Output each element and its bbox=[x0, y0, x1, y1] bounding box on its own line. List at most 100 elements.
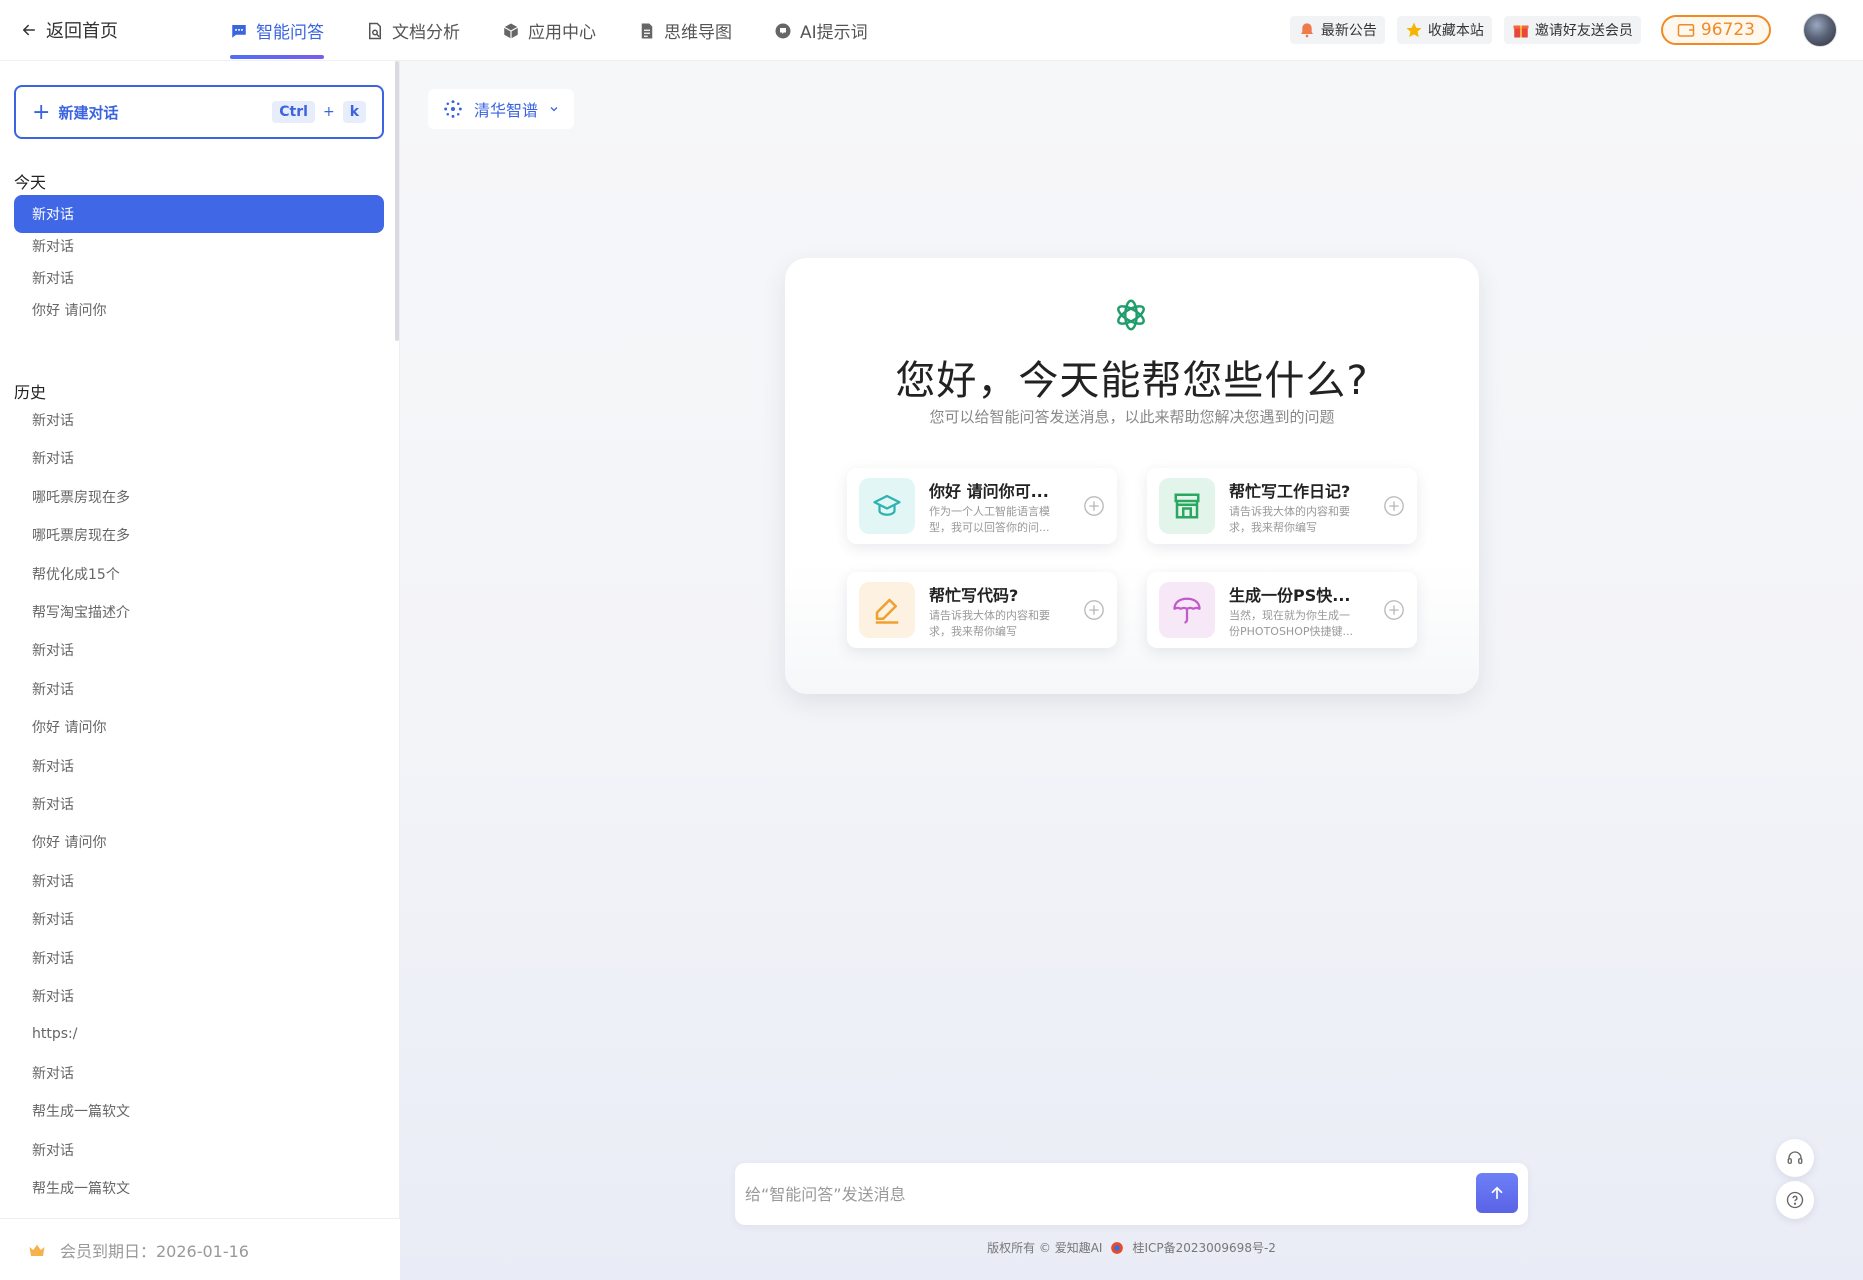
plus-icon: + bbox=[32, 99, 51, 125]
chip-label: 邀请好友送会员 bbox=[1534, 23, 1633, 39]
membership-footer: 会员到期日：2026-01-16 bbox=[0, 1218, 400, 1280]
greeting-title: 您好，今天能帮您些什么? bbox=[895, 358, 1369, 404]
suggestion-desc: 当然，现在就为你生成一份PHOTOSHOP快捷键... bbox=[1229, 609, 1353, 638]
suggestion-desc: 请告诉我大体的内容和要求，我来帮你编写 bbox=[929, 609, 1050, 638]
model-selector[interactable]: 清华智谱 bbox=[428, 89, 575, 129]
shortcut-plus: + bbox=[322, 104, 335, 120]
shortcut-key: k bbox=[342, 101, 366, 123]
graduation-cap-icon bbox=[859, 478, 915, 534]
sidebar: + 新建对话 Ctrl + k 今天 新对话 新对话 新对话 你好 请问你 历史… bbox=[0, 61, 400, 1280]
page-footer: 版权所有 © 爱知趣AI 桂ICP备2023009698号-2 bbox=[735, 1239, 1528, 1256]
announcement-chip[interactable]: 最新公告 bbox=[1289, 16, 1385, 44]
chip-label: 最新公告 bbox=[1320, 23, 1377, 39]
message-input[interactable] bbox=[745, 1177, 1445, 1211]
conversation-item[interactable]: 帮写淘宝描述介 bbox=[14, 593, 384, 631]
question-circle-icon bbox=[1786, 1191, 1804, 1209]
suggestion-title: 生成一份PS快... bbox=[1229, 586, 1351, 605]
new-chat-button[interactable]: + 新建对话 Ctrl + k bbox=[14, 85, 384, 139]
chevron-down-icon bbox=[550, 107, 558, 112]
welcome-card: 您好，今天能帮您些什么? 您可以给智能问答发送消息，以此来帮助您解决您遇到的问题… bbox=[785, 258, 1479, 694]
top-bar: 返回首页 智能问答 文档分析 应用中心 思维导图 AI提示词 最新公告 收藏本站… bbox=[0, 0, 1863, 61]
sidebar-scrollbar[interactable] bbox=[395, 61, 399, 341]
crown-icon bbox=[29, 1244, 45, 1256]
suggestion-card[interactable]: 生成一份PS快... 当然，现在就为你生成一份PHOTOSHOP快捷键... bbox=[1147, 572, 1417, 648]
help-button[interactable] bbox=[1776, 1181, 1814, 1219]
icp-link[interactable]: 桂ICP备2023009698号-2 bbox=[1132, 1239, 1275, 1256]
conversation-item[interactable]: 帮生成一篇软文 bbox=[14, 1092, 384, 1130]
add-circle-icon bbox=[1084, 496, 1104, 516]
gift-icon bbox=[1512, 21, 1530, 39]
suggestion-title: 帮忙写代码? bbox=[929, 586, 1019, 605]
model-name: 清华智谱 bbox=[474, 101, 539, 120]
suggestion-title: 帮忙写工作日记? bbox=[1229, 482, 1351, 501]
conversation-item[interactable]: 新对话 bbox=[14, 939, 384, 977]
conversation-item[interactable]: 你好 请问你 bbox=[14, 823, 384, 861]
invite-chip[interactable]: 邀请好友送会员 bbox=[1503, 16, 1641, 44]
tab-label: 应用中心 bbox=[528, 23, 596, 43]
conversation-item[interactable]: 你好 请问你 bbox=[14, 291, 384, 329]
conversation-item[interactable]: 帮优化成15个 bbox=[14, 555, 384, 593]
send-button[interactable] bbox=[1476, 1173, 1518, 1213]
back-home-label: 返回首页 bbox=[46, 21, 118, 42]
announcement-icon bbox=[1298, 21, 1316, 39]
tab-ai-prompts[interactable]: AI提示词 bbox=[774, 0, 868, 61]
chip-label: 收藏本站 bbox=[1427, 23, 1484, 39]
bookmark-chip[interactable]: 收藏本站 bbox=[1396, 16, 1492, 44]
prompt-icon bbox=[775, 23, 791, 38]
chat-icon bbox=[232, 24, 246, 38]
suggestion-card[interactable]: 你好 请问你可... 作为一个人工智能语言模型，我可以回答你的问... bbox=[847, 468, 1117, 544]
nav-tabs: 智能问答 文档分析 应用中心 思维导图 AI提示词 bbox=[230, 0, 910, 61]
coins-value: 96723 bbox=[1700, 20, 1755, 40]
headset-icon bbox=[1787, 1151, 1803, 1164]
conversation-item[interactable]: https:/ bbox=[14, 1015, 384, 1053]
main-area: 清华智谱 您好，今天能帮您些什么? 您可以给智能问答发送消息，以此来帮助您解决您… bbox=[400, 61, 1863, 1280]
conversation-item[interactable]: 新对话 bbox=[14, 862, 384, 900]
conversation-item[interactable]: 新对话 bbox=[14, 977, 384, 1015]
storefront-icon bbox=[1159, 478, 1215, 534]
star-icon bbox=[1405, 21, 1423, 39]
conversation-item[interactable]: 新对话 bbox=[14, 1131, 384, 1169]
suggestion-card[interactable]: 帮忙写代码? 请告诉我大体的内容和要求，我来帮你编写 bbox=[847, 572, 1117, 648]
suggestion-desc: 作为一个人工智能语言模型，我可以回答你的问... bbox=[929, 505, 1050, 534]
message-composer bbox=[735, 1163, 1528, 1225]
openai-logo-icon bbox=[1117, 299, 1145, 331]
greeting-subtitle: 您可以给智能问答发送消息，以此来帮助您解决您遇到的问题 bbox=[929, 408, 1335, 426]
tab-label: 智能问答 bbox=[256, 23, 324, 43]
coins-balance[interactable]: 96723 bbox=[1660, 15, 1771, 45]
conversation-item[interactable]: 新对话 bbox=[14, 401, 384, 439]
tab-document-analysis[interactable]: 文档分析 bbox=[366, 0, 460, 61]
conversation-item[interactable]: 新对话 bbox=[14, 439, 384, 477]
model-logo-icon bbox=[444, 100, 462, 118]
cube-icon bbox=[503, 23, 519, 38]
suggestion-title: 你好 请问你可... bbox=[929, 482, 1049, 501]
shortcut-hint: Ctrl + k bbox=[272, 101, 366, 123]
add-circle-icon bbox=[1384, 600, 1404, 620]
tab-mind-map[interactable]: 思维导图 bbox=[638, 0, 732, 61]
conversation-item[interactable]: 你好 请问你 bbox=[14, 708, 384, 746]
new-chat-label: 新建对话 bbox=[58, 103, 119, 122]
suggestion-card[interactable]: 帮忙写工作日记? 请告诉我大体的内容和要求，我来帮你编写 bbox=[1147, 468, 1417, 544]
conversation-item[interactable]: 帮生成一篇软文 bbox=[14, 1169, 384, 1207]
avatar[interactable] bbox=[1803, 13, 1837, 47]
back-home-link[interactable]: 返回首页 bbox=[20, 16, 118, 44]
tab-label: 思维导图 bbox=[664, 23, 732, 43]
tab-app-center[interactable]: 应用中心 bbox=[502, 0, 596, 61]
conversation-item[interactable]: 哪吒票房现在多 bbox=[14, 478, 384, 516]
conversation-item[interactable]: 新对话 bbox=[14, 631, 384, 669]
conversation-item[interactable]: 哪吒票房现在多 bbox=[14, 516, 384, 554]
tab-smart-qa[interactable]: 智能问答 bbox=[230, 0, 324, 61]
customer-service-button[interactable] bbox=[1776, 1139, 1814, 1177]
top-right-actions: 最新公告 收藏本站 邀请好友送会员 96723 bbox=[1289, 13, 1837, 47]
tab-label: 文档分析 bbox=[392, 23, 460, 43]
arrow-left-icon bbox=[22, 24, 35, 36]
group-title-history: 历史 bbox=[14, 383, 47, 402]
conversation-item[interactable]: 新对话 bbox=[14, 670, 384, 708]
group-title-today: 今天 bbox=[14, 173, 47, 192]
wallet-icon bbox=[1677, 24, 1695, 37]
conversation-item[interactable]: 新对话 bbox=[14, 785, 384, 823]
conversation-item[interactable]: 新对话 bbox=[14, 900, 384, 938]
police-badge-icon bbox=[1111, 1241, 1124, 1254]
conversation-item[interactable]: 新对话 bbox=[14, 747, 384, 785]
arrow-up-icon bbox=[1491, 1186, 1503, 1200]
conversation-item[interactable]: 新对话 bbox=[14, 1054, 384, 1092]
